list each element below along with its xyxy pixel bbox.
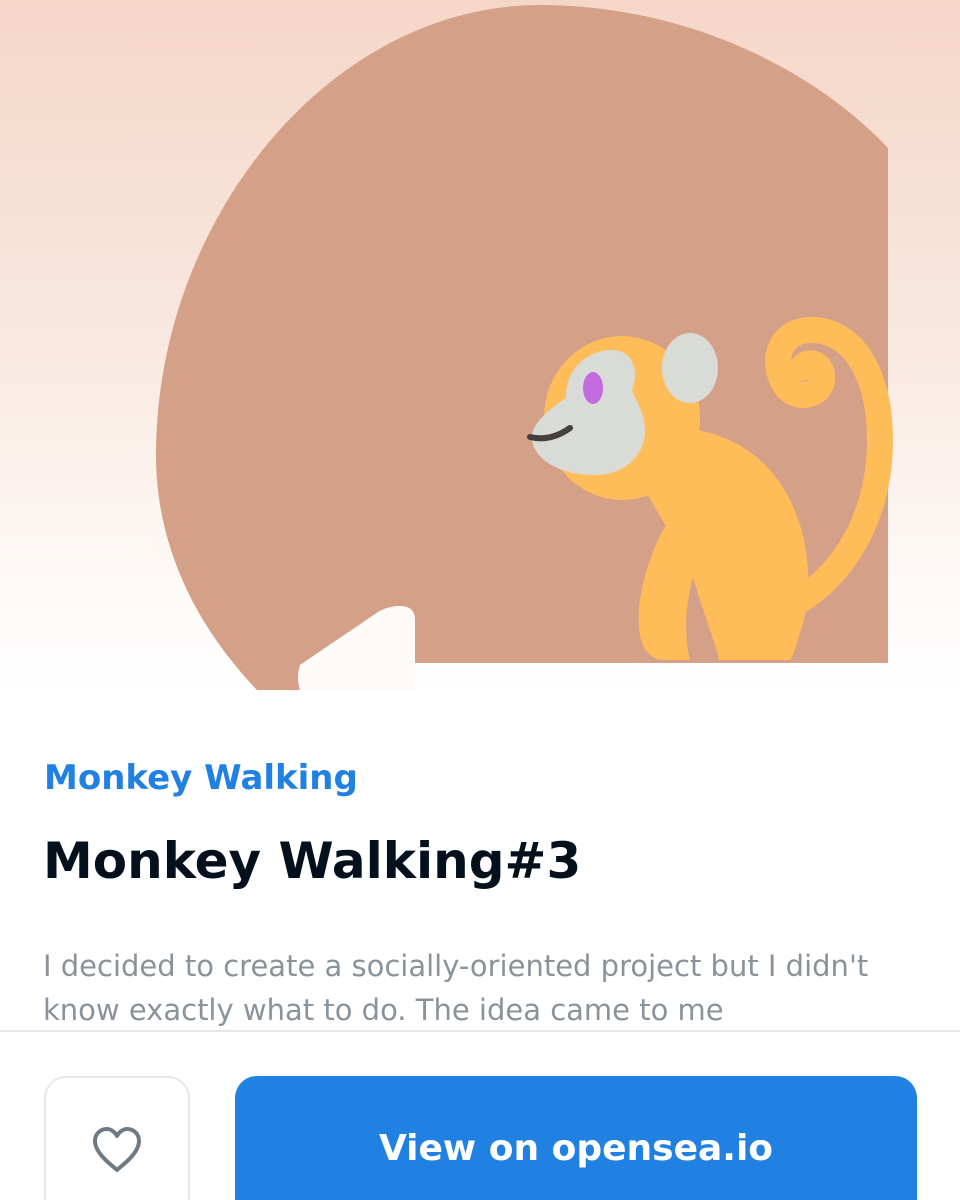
heart-icon [93,1127,141,1172]
action-bar: View on opensea.io [0,1030,960,1200]
item-description: I decided to create a socially-oriented … [43,949,869,1027]
monkey-ear [662,333,718,403]
favorite-button[interactable] [44,1076,190,1200]
collection-link[interactable]: Monkey Walking [44,752,358,804]
monkey-eye [583,372,603,404]
view-on-opensea-button[interactable]: View on opensea.io [235,1076,917,1200]
nft-image [0,0,960,690]
nft-item-page: Monkey Walking Monkey Walking#3 I decide… [0,0,960,1200]
monkey-walking-artwork [156,5,894,690]
item-title: Monkey Walking#3 [43,832,582,890]
